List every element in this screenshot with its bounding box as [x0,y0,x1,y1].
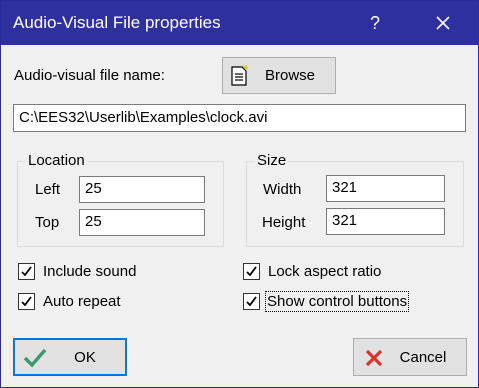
show-control-buttons-checkbox[interactable] [243,293,260,310]
window-title: Audio-Visual File properties [13,13,221,32]
auto-repeat-checkbox[interactable] [18,293,35,310]
checkmark-icon [246,296,257,307]
checkmark-icon [21,296,32,307]
close-icon [436,16,450,30]
size-group-title: Size [255,152,289,169]
width-label: Width [263,181,302,198]
width-value: 321 [332,179,358,196]
checkmark-icon [246,266,257,277]
left-input[interactable]: 25 [79,176,205,203]
height-label: Height [262,214,306,231]
dialog-window: Audio-Visual File properties ? Audio-vis… [0,0,479,388]
auto-repeat-label[interactable]: Auto repeat [43,293,121,310]
document-icon [231,65,249,86]
include-sound-checkbox[interactable] [18,263,35,280]
browse-label: Browse [264,67,316,84]
top-input[interactable]: 25 [79,209,205,236]
ok-button[interactable]: OK [13,338,127,376]
help-icon: ? [369,12,380,33]
checkmark-icon [23,348,47,368]
close-button[interactable] [420,1,466,45]
file-path-value: C:\EES32\Userlib\Examples\clock.avi [19,109,268,126]
file-name-label: Audio-visual file name: [14,67,165,84]
help-button[interactable]: ? [352,1,398,45]
show-control-buttons-label[interactable]: Show control buttons [264,291,410,312]
top-label: Top [35,214,60,231]
lock-aspect-ratio-label[interactable]: Lock aspect ratio [268,263,381,280]
width-input[interactable]: 321 [326,175,445,202]
height-input[interactable]: 321 [326,208,445,235]
ok-label: OK [74,348,96,366]
lock-aspect-ratio-checkbox[interactable] [243,263,260,280]
include-sound-label[interactable]: Include sound [43,263,136,280]
cancel-label: Cancel [399,348,447,366]
left-value: 25 [85,180,102,197]
checkmark-icon [21,266,32,277]
location-group-title: Location [26,152,87,169]
file-path-input[interactable]: C:\EES32\Userlib\Examples\clock.avi [13,104,466,132]
height-value: 321 [332,212,358,229]
cancel-x-icon [365,349,383,367]
cancel-button[interactable]: Cancel [353,338,467,376]
top-value: 25 [85,213,102,230]
left-label: Left [35,181,61,198]
title-bar[interactable]: Audio-Visual File properties ? [1,1,478,45]
browse-button[interactable]: Browse [222,57,336,94]
